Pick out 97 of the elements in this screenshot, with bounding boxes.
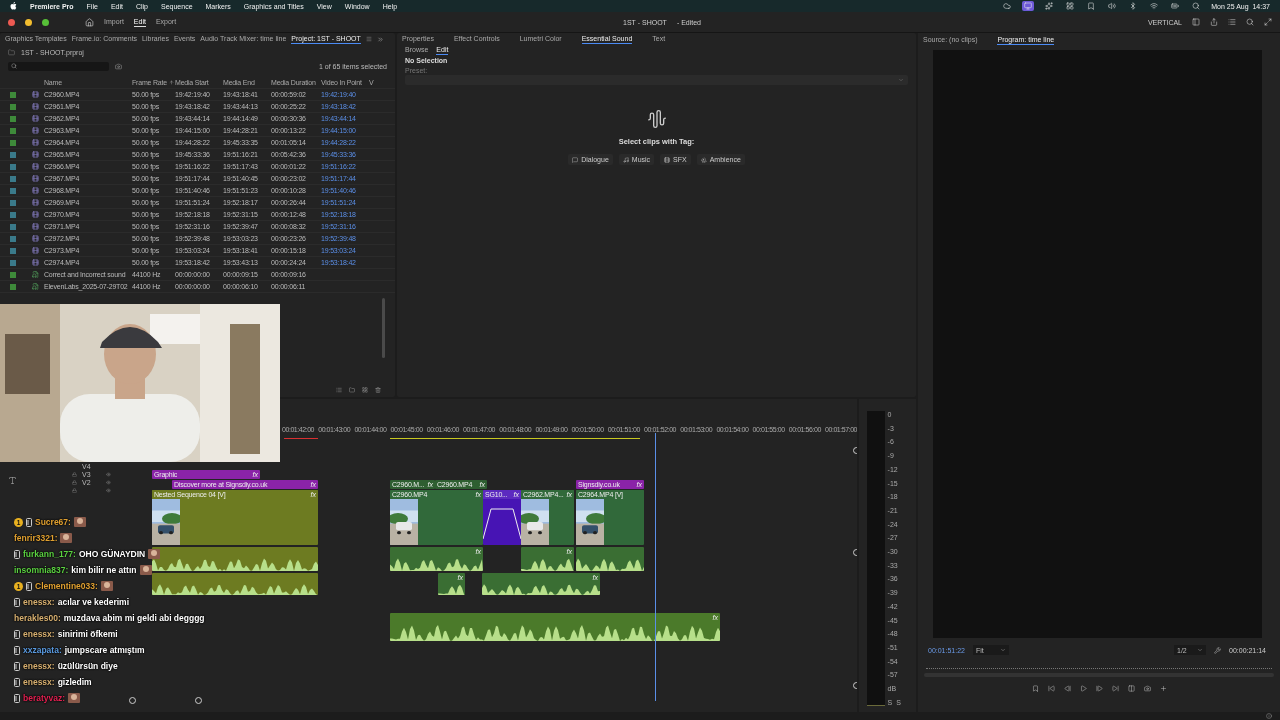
lock-icon[interactable] — [72, 472, 77, 477]
panel-menu-icon[interactable] — [365, 36, 372, 42]
chat-username[interactable]: furkann_177: — [23, 549, 76, 559]
step-forward-icon[interactable] — [1095, 685, 1103, 692]
lock-icon[interactable] — [72, 488, 77, 493]
maximize-button[interactable] — [42, 18, 49, 26]
sort-icon — [168, 80, 174, 85]
battery-icon[interactable] — [1171, 2, 1180, 10]
more-tabs-icon[interactable] — [376, 35, 384, 43]
search-icon — [11, 63, 17, 69]
clip-icon — [32, 127, 39, 134]
ambience-icon — [700, 156, 707, 163]
clip-icon — [32, 139, 39, 146]
chat-username[interactable]: herakles00: — [14, 613, 61, 623]
waveform — [438, 583, 465, 595]
chat-message: OHO GÜNAYDIN — [78, 549, 146, 559]
clip-icon — [32, 247, 39, 254]
eye-icon[interactable] — [106, 488, 111, 493]
sfx-icon — [664, 156, 671, 163]
close-button[interactable] — [8, 18, 15, 26]
type-icon[interactable] — [8, 476, 17, 485]
apple-logo-icon[interactable] — [10, 2, 17, 10]
go-to-in-icon[interactable] — [1047, 685, 1055, 692]
new-item-icon[interactable] — [362, 387, 368, 393]
trash-icon[interactable] — [375, 387, 381, 393]
clip-icon — [32, 91, 39, 98]
chat-username[interactable]: fenrir3321: — [14, 533, 58, 543]
volume-icon[interactable] — [1108, 2, 1117, 10]
list-icon[interactable] — [1228, 18, 1236, 26]
wifi-icon[interactable] — [1150, 2, 1159, 10]
clip-icon — [32, 235, 39, 242]
eye-icon[interactable] — [106, 472, 111, 477]
waveform — [576, 557, 644, 571]
play-icon[interactable] — [1079, 685, 1087, 692]
export-frame-icon[interactable] — [1143, 685, 1151, 692]
chevron-icon — [1000, 647, 1006, 653]
scrollbar[interactable] — [382, 298, 385, 358]
waveform — [521, 557, 574, 571]
share-icon[interactable] — [1210, 18, 1218, 26]
chat-username[interactable]: enessx: — [23, 629, 55, 639]
insert-icon[interactable] — [1127, 685, 1135, 692]
go-to-out-icon[interactable] — [1111, 685, 1119, 692]
add-button-icon[interactable] — [1159, 685, 1167, 692]
fullscreen-icon[interactable] — [1264, 18, 1272, 26]
cloud-icon[interactable] — [1003, 2, 1012, 10]
chat-message: sinirimi öfkemi — [57, 629, 118, 639]
audio-clip[interactable] — [576, 547, 644, 571]
home-icon[interactable] — [85, 17, 94, 27]
wrench-icon[interactable] — [1214, 646, 1221, 654]
clip-icon — [32, 211, 39, 218]
info-icon[interactable] — [1266, 713, 1272, 719]
marker-icon[interactable] — [1031, 685, 1039, 692]
chat-message: muzdava abim mi geldi abi degggg — [63, 613, 205, 623]
chevron-icon — [898, 77, 904, 83]
chat-message: üzülürsün diye — [57, 661, 118, 671]
clip-icon — [32, 175, 39, 182]
new-bin-icon[interactable] — [115, 62, 122, 70]
music-icon — [622, 156, 629, 163]
clip-icon — [32, 163, 39, 170]
chat-message: kim bilir ne attın — [71, 565, 137, 575]
chat-username[interactable]: xxzapata: — [23, 645, 62, 655]
screen-share-icon[interactable] — [1024, 2, 1033, 10]
clip-icon — [32, 151, 39, 158]
audio-file-icon — [32, 271, 39, 278]
dialogue-icon — [572, 156, 579, 163]
step-back-icon[interactable] — [1063, 685, 1071, 692]
bluetooth-icon[interactable] — [1129, 2, 1138, 10]
chat-username[interactable]: enessx: — [23, 597, 55, 607]
chat-username[interactable]: enessx: — [23, 677, 55, 687]
panel-icon[interactable] — [1192, 18, 1200, 26]
chat-username[interactable]: enessx: — [23, 661, 55, 671]
bookmark-icon[interactable] — [1087, 2, 1096, 10]
waveform-icon — [646, 109, 667, 129]
search-icon[interactable] — [1192, 2, 1201, 10]
search-icon[interactable] — [1246, 18, 1254, 26]
chat-username[interactable]: Clementine033: — [35, 581, 98, 591]
chat-username[interactable]: insomnia837: — [14, 565, 69, 575]
audio-clip[interactable] — [152, 573, 318, 595]
audio-clip[interactable] — [152, 547, 318, 571]
search-field[interactable] — [8, 61, 109, 71]
chat-message: acılar ve kederimi — [57, 597, 130, 607]
chat-message: gizledim — [57, 677, 92, 687]
clip-icon — [32, 259, 39, 266]
clip-icon — [32, 187, 39, 194]
clip-icon — [32, 103, 39, 110]
minimize-button[interactable] — [25, 18, 32, 26]
clip-icon — [32, 223, 39, 230]
clip-icon — [32, 199, 39, 206]
lock-icon[interactable] — [72, 480, 77, 485]
bin-icon — [8, 48, 15, 56]
chat-message: jumpscare atmıştım — [64, 645, 145, 655]
audio-file-icon — [32, 283, 39, 290]
clip-icon — [32, 115, 39, 122]
chevron-icon — [1197, 647, 1203, 653]
new-bin-icon[interactable] — [349, 387, 355, 393]
eye-icon[interactable] — [106, 480, 111, 485]
chat-username[interactable]: Sucre67: — [35, 517, 71, 527]
